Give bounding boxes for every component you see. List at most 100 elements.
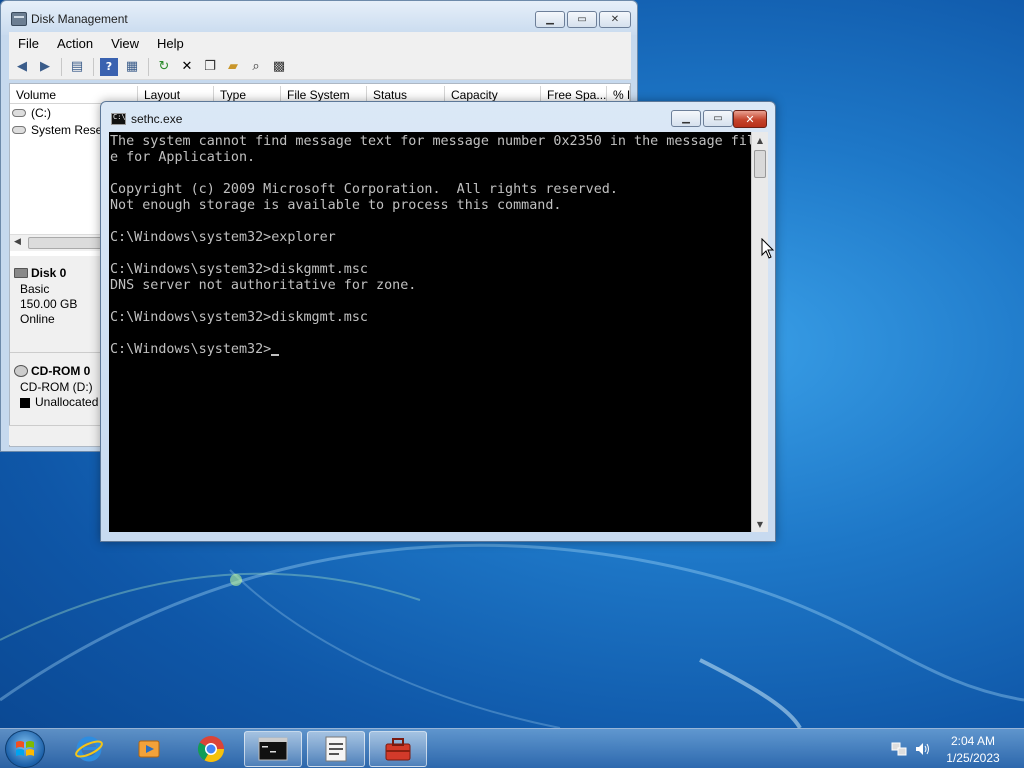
disk-list-pane: Disk 0 Basic 150.00 GB Online CD-ROM 0 C… — [10, 256, 102, 446]
windows-logo-icon — [16, 741, 34, 756]
volume-row[interactable]: System Reser — [12, 123, 106, 137]
back-icon[interactable]: ◀ — [13, 58, 31, 76]
command-prompt-icon — [111, 113, 126, 125]
toolbar-separator — [148, 57, 149, 76]
cd-rom-icon — [14, 365, 28, 377]
find-icon[interactable]: ⌕ — [247, 58, 265, 76]
console-lines: The system cannot find message text for … — [110, 134, 751, 342]
disk-0-info[interactable]: Disk 0 Basic 150.00 GB Online — [14, 266, 77, 326]
settings-icon[interactable]: ▩ — [270, 58, 288, 76]
cdrom-0-info[interactable]: CD-ROM 0 CD-ROM (D:) Unallocated — [14, 364, 98, 409]
volume-icon — [12, 126, 26, 134]
volume-icon[interactable] — [914, 741, 930, 757]
taskbar-notepad[interactable] — [307, 731, 365, 767]
media-player-icon — [138, 740, 160, 758]
console-line: e for Application. — [110, 150, 256, 165]
disk-name: Disk 0 — [31, 266, 67, 280]
disk-management-titlebar[interactable]: Disk Management ▁ ▭ ✕ — [1, 1, 637, 35]
console-line: C:\Windows\system32>explorer — [110, 230, 336, 245]
internet-explorer-icon — [75, 736, 103, 762]
close-button[interactable]: ✕ — [599, 11, 631, 28]
console-line: C:\Windows\system32>diskmgmt.msc — [110, 310, 368, 325]
unallocated-legend-icon — [20, 397, 30, 408]
console-line: The system cannot find message text for … — [110, 134, 751, 149]
menu-bar: File Action View Help — [9, 32, 631, 54]
clock-time: 2:04 AM — [950, 734, 996, 748]
notepad-icon — [325, 736, 347, 762]
volume-icon — [12, 109, 26, 117]
scroll-up-icon[interactable]: ▲ — [752, 132, 768, 148]
minimize-button[interactable]: ▁ — [535, 11, 565, 28]
window-title: Disk Management — [31, 12, 128, 26]
disk-status: Unallocated — [35, 395, 99, 409]
vertical-scrollbar[interactable]: ▲ ▼ — [751, 132, 768, 532]
command-prompt-window: sethc.exe ▁ ▭ ✕ The system cannot find m… — [100, 101, 776, 542]
taskbar-command-prompt[interactable] — [244, 731, 302, 767]
toolbar: ◀ ▶ ▤ ? ▦ ↻ ✕ ❐ ▰ ⌕ ▩ — [9, 54, 631, 80]
console-line: Not enough storage is available to proce… — [110, 198, 562, 213]
divider — [10, 352, 102, 353]
scroll-left-icon[interactable]: ◀ — [14, 237, 21, 247]
taskbar-chrome[interactable] — [182, 731, 240, 767]
disk-name: CD-ROM 0 — [31, 364, 91, 378]
close-icon: ✕ — [610, 14, 620, 25]
open-icon[interactable]: ▰ — [224, 58, 242, 76]
taskbar-internet-explorer[interactable] — [60, 731, 118, 767]
toolbar-separator — [61, 57, 62, 76]
scroll-down-icon[interactable]: ▼ — [752, 516, 768, 532]
properties-icon[interactable]: ▦ — [123, 58, 141, 76]
clock-date: 1/25/2023 — [946, 751, 1000, 765]
hard-disk-icon — [14, 268, 28, 278]
delete-icon[interactable]: ✕ — [178, 58, 196, 76]
disk-size: 150.00 GB — [20, 297, 78, 311]
maximize-button[interactable]: ▭ — [703, 110, 733, 127]
taskbar-toolbox[interactable] — [369, 731, 427, 767]
close-icon: ✕ — [745, 112, 755, 126]
disk-status: Online — [20, 312, 55, 326]
window-title: sethc.exe — [131, 112, 183, 126]
disk-type: CD-ROM (D:) — [20, 380, 93, 394]
toolbar-separator — [93, 57, 94, 76]
refresh-icon[interactable]: ↻ — [155, 58, 173, 76]
forward-icon[interactable]: ▶ — [36, 58, 54, 76]
maximize-button[interactable]: ▭ — [567, 11, 597, 28]
mouse-pointer-icon — [761, 238, 775, 259]
console-tree-icon[interactable]: ▤ — [68, 58, 86, 76]
toolbox-icon — [385, 738, 411, 761]
menu-view[interactable]: View — [102, 36, 148, 51]
command-prompt-icon — [258, 737, 288, 761]
scroll-thumb[interactable] — [28, 237, 108, 249]
menu-file[interactable]: File — [9, 36, 48, 51]
volume-name: System Reser — [31, 123, 107, 137]
minimize-icon: ▁ — [682, 113, 690, 124]
minimize-button[interactable]: ▁ — [671, 110, 701, 127]
network-icon[interactable] — [891, 741, 907, 757]
disk-management-icon — [11, 12, 27, 26]
maximize-icon: ▭ — [577, 14, 587, 25]
help-icon[interactable]: ? — [100, 57, 118, 76]
text-cursor — [271, 354, 280, 356]
menu-help[interactable]: Help — [148, 36, 193, 51]
start-button[interactable] — [5, 730, 45, 768]
new-icon[interactable]: ❐ — [201, 58, 219, 76]
close-button[interactable]: ✕ — [733, 110, 767, 128]
volume-row[interactable]: (C:) — [12, 106, 51, 120]
system-clock[interactable]: 2:04 AM 1/25/2023 — [940, 733, 1006, 767]
console-prompt: C:\Windows\system32> — [110, 342, 272, 357]
minimize-icon: ▁ — [546, 14, 554, 25]
console-output[interactable]: The system cannot find message text for … — [109, 132, 751, 532]
chrome-icon — [197, 736, 225, 763]
menu-action[interactable]: Action — [48, 36, 102, 51]
taskbar-media-player[interactable] — [120, 731, 178, 767]
console-line: Copyright (c) 2009 Microsoft Corporation… — [110, 182, 618, 197]
console-line: DNS server not authoritative for zone. — [110, 278, 417, 293]
disk-type: Basic — [20, 282, 50, 296]
scroll-thumb[interactable] — [754, 150, 766, 178]
maximize-icon: ▭ — [713, 113, 723, 124]
console-line: C:\Windows\system32>diskgmmt.msc — [110, 262, 368, 277]
